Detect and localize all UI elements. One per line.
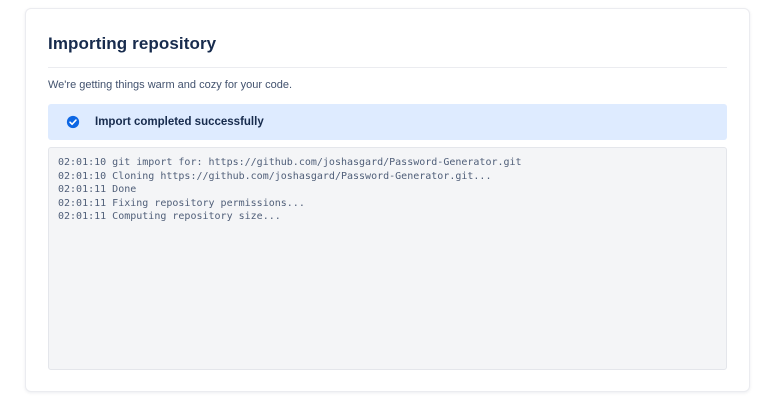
log-line: 02:01:10 Cloning https://github.com/josh… — [58, 170, 492, 182]
subtitle-text: We're getting things warm and cozy for y… — [48, 79, 293, 91]
log-line: 02:01:10 git import for: https://github.… — [58, 157, 522, 168]
log-line: 02:01:11 Fixing repository permissions..… — [58, 197, 305, 209]
log-line: 02:01:11 Computing repository size... — [58, 211, 281, 222]
page-title: Importing repository — [48, 34, 217, 53]
log-line: 02:01:11 Done — [58, 184, 137, 195]
check-circle-icon — [66, 115, 80, 129]
import-log-output: 02:01:10 git import for: https://github.… — [48, 147, 727, 370]
success-banner: Import completed successfully — [48, 104, 727, 140]
title-divider — [48, 67, 727, 68]
success-banner-label: Import completed successfully — [95, 116, 264, 128]
import-status-card: Importing repository We're getting thing… — [25, 8, 750, 392]
